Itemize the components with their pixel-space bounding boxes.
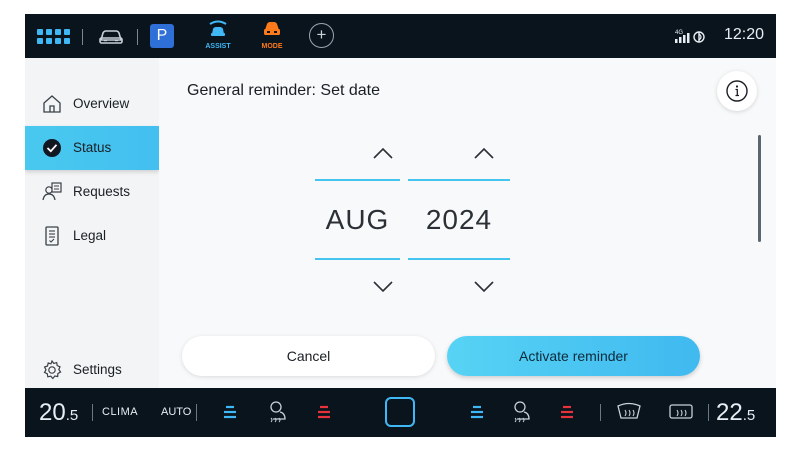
main-panel: Overview Status Requests Legal Settings …: [25, 58, 776, 388]
home-icon: [43, 95, 61, 113]
info-button[interactable]: [717, 71, 757, 111]
sidebar-item-label: Status: [73, 140, 112, 155]
mode-label: MODE: [261, 43, 283, 50]
home-button[interactable]: [385, 397, 415, 427]
left-temp-decimal: .5: [65, 407, 79, 424]
sidebar-item-label: Overview: [73, 96, 130, 111]
info-icon: [726, 80, 748, 102]
left-temp-value: 20: [39, 399, 66, 426]
assist-label: ASSIST: [205, 43, 231, 50]
signal-status: 4G: [675, 27, 711, 45]
page-title: General reminder: Set date: [187, 82, 380, 99]
document-icon: [45, 226, 59, 246]
right-temperature[interactable]: 22.5: [716, 399, 755, 427]
divider: [600, 404, 601, 421]
add-shortcut-button[interactable]: +: [309, 23, 334, 48]
divider: [137, 29, 138, 45]
person-list-icon: [42, 182, 62, 201]
top-status-bar: P ASSIST MODE + 4G 12:20: [25, 14, 776, 58]
sidebar-item-label: Legal: [73, 228, 107, 243]
year-value[interactable]: 2024: [408, 204, 510, 236]
check-circle-icon: [43, 139, 61, 157]
clima-button[interactable]: CLIMA: [102, 406, 138, 418]
sidebar-item-legal[interactable]: Legal: [25, 214, 159, 258]
rear-defrost-icon[interactable]: [667, 400, 695, 424]
mode-button[interactable]: MODE: [254, 20, 290, 52]
infotainment-screen: P ASSIST MODE + 4G 12:20 Overview Status…: [25, 14, 776, 437]
divider: [708, 404, 709, 421]
gear-icon: [43, 359, 62, 380]
sidebar-item-status[interactable]: Status: [25, 126, 159, 170]
content-area: General reminder: Set date AUG 2024 Canc…: [159, 58, 776, 388]
cancel-button[interactable]: Cancel: [182, 336, 435, 376]
sidebar-item-overview[interactable]: Overview: [25, 82, 159, 126]
divider: [82, 29, 83, 45]
right-temp-value: 22: [716, 399, 743, 426]
year-down-chevron-icon[interactable]: [472, 280, 496, 294]
sidebar-item-requests[interactable]: Requests: [25, 170, 159, 214]
month-down-chevron-icon[interactable]: [371, 280, 395, 294]
parking-button[interactable]: P: [150, 24, 174, 48]
seat-ventilation-icon[interactable]: [468, 402, 486, 422]
left-temperature[interactable]: 20.5: [39, 399, 78, 427]
network-label: 4G: [675, 30, 683, 36]
sidebar-item-label: Requests: [73, 184, 131, 199]
drive-mode-icon: [264, 22, 280, 35]
auto-button[interactable]: AUTO: [161, 406, 191, 418]
month-up-chevron-icon[interactable]: [371, 146, 395, 160]
divider: [92, 404, 93, 421]
seat-ventilation-icon[interactable]: [221, 402, 239, 422]
climate-bar: 20.5 CLIMA AUTO 22.5: [25, 388, 776, 437]
seat-heat-icon[interactable]: [315, 402, 333, 422]
activate-reminder-button[interactable]: Activate reminder: [447, 336, 700, 376]
sidebar-item-label: Settings: [73, 362, 122, 377]
driver-assist-icon: [209, 20, 227, 36]
right-temp-decimal: .5: [742, 407, 756, 424]
app-grid-icon[interactable]: [37, 27, 71, 45]
seat-massage-icon[interactable]: [509, 399, 535, 425]
front-defrost-icon[interactable]: [615, 400, 643, 424]
sidebar: Overview Status Requests Legal Settings: [25, 58, 159, 388]
clock: 12:20: [724, 26, 765, 43]
picker-divider: [315, 179, 400, 181]
sidebar-item-settings[interactable]: Settings: [25, 348, 159, 392]
divider: [196, 404, 197, 421]
scrollbar[interactable]: [758, 135, 761, 242]
picker-divider: [408, 179, 510, 181]
year-up-chevron-icon[interactable]: [472, 146, 496, 160]
picker-divider: [408, 258, 510, 260]
car-icon[interactable]: [95, 24, 127, 48]
picker-divider: [315, 258, 400, 260]
assist-button[interactable]: ASSIST: [200, 20, 236, 52]
seat-heat-icon[interactable]: [558, 402, 576, 422]
steering-heat-icon[interactable]: [265, 399, 291, 425]
month-value[interactable]: AUG: [315, 204, 400, 236]
